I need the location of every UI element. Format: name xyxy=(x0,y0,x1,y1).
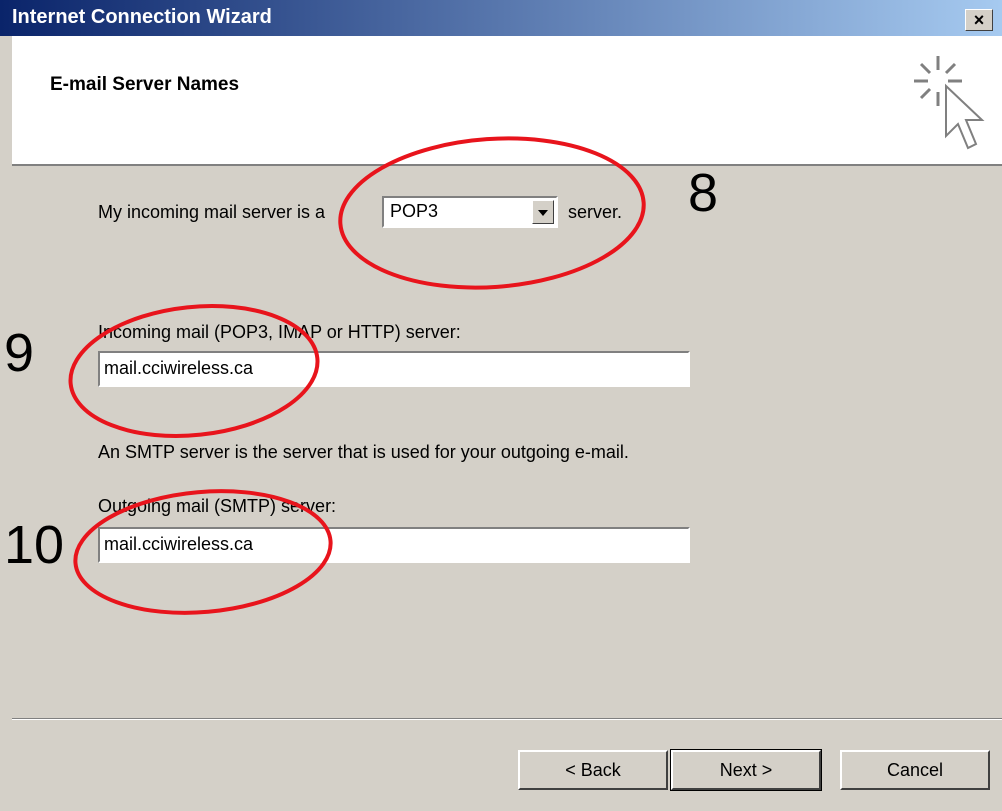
incoming-type-suffix: server. xyxy=(568,202,623,222)
step-9-annotation: 9 xyxy=(4,323,35,383)
dropdown-button[interactable] xyxy=(532,200,554,224)
chevron-down-icon xyxy=(538,210,548,216)
button-divider xyxy=(12,718,1002,720)
wizard-cursor-icon xyxy=(914,56,985,150)
step-10-annotation: 10 xyxy=(4,515,65,575)
page-title: E-mail Server Names xyxy=(50,74,240,95)
incoming-server-label: Incoming mail (POP3, IMAP or HTTP) serve… xyxy=(98,322,461,342)
cancel-button[interactable]: Cancel xyxy=(840,750,990,790)
server-type-select[interactable]: POP3 xyxy=(382,196,558,228)
title-bar: Internet Connection Wizard × xyxy=(0,0,1002,36)
window-title: Internet Connection Wizard xyxy=(12,6,272,28)
wizard-header: E-mail Server Names xyxy=(12,36,1002,166)
step-8-annotation: 8 xyxy=(688,163,719,223)
outgoing-server-label: Outgoing mail (SMTP) server: xyxy=(98,496,337,516)
smtp-description: An SMTP server is the server that is use… xyxy=(98,442,629,462)
next-button[interactable]: Next > xyxy=(670,749,822,791)
back-button[interactable]: < Back xyxy=(518,750,668,790)
incoming-server-input[interactable]: mail.cciwireless.ca xyxy=(98,351,690,387)
close-button[interactable]: × xyxy=(965,9,993,31)
server-type-value: POP3 xyxy=(390,201,439,221)
incoming-type-prefix: My incoming mail server is a xyxy=(98,202,326,222)
outgoing-server-input[interactable]: mail.cciwireless.ca xyxy=(98,527,690,563)
